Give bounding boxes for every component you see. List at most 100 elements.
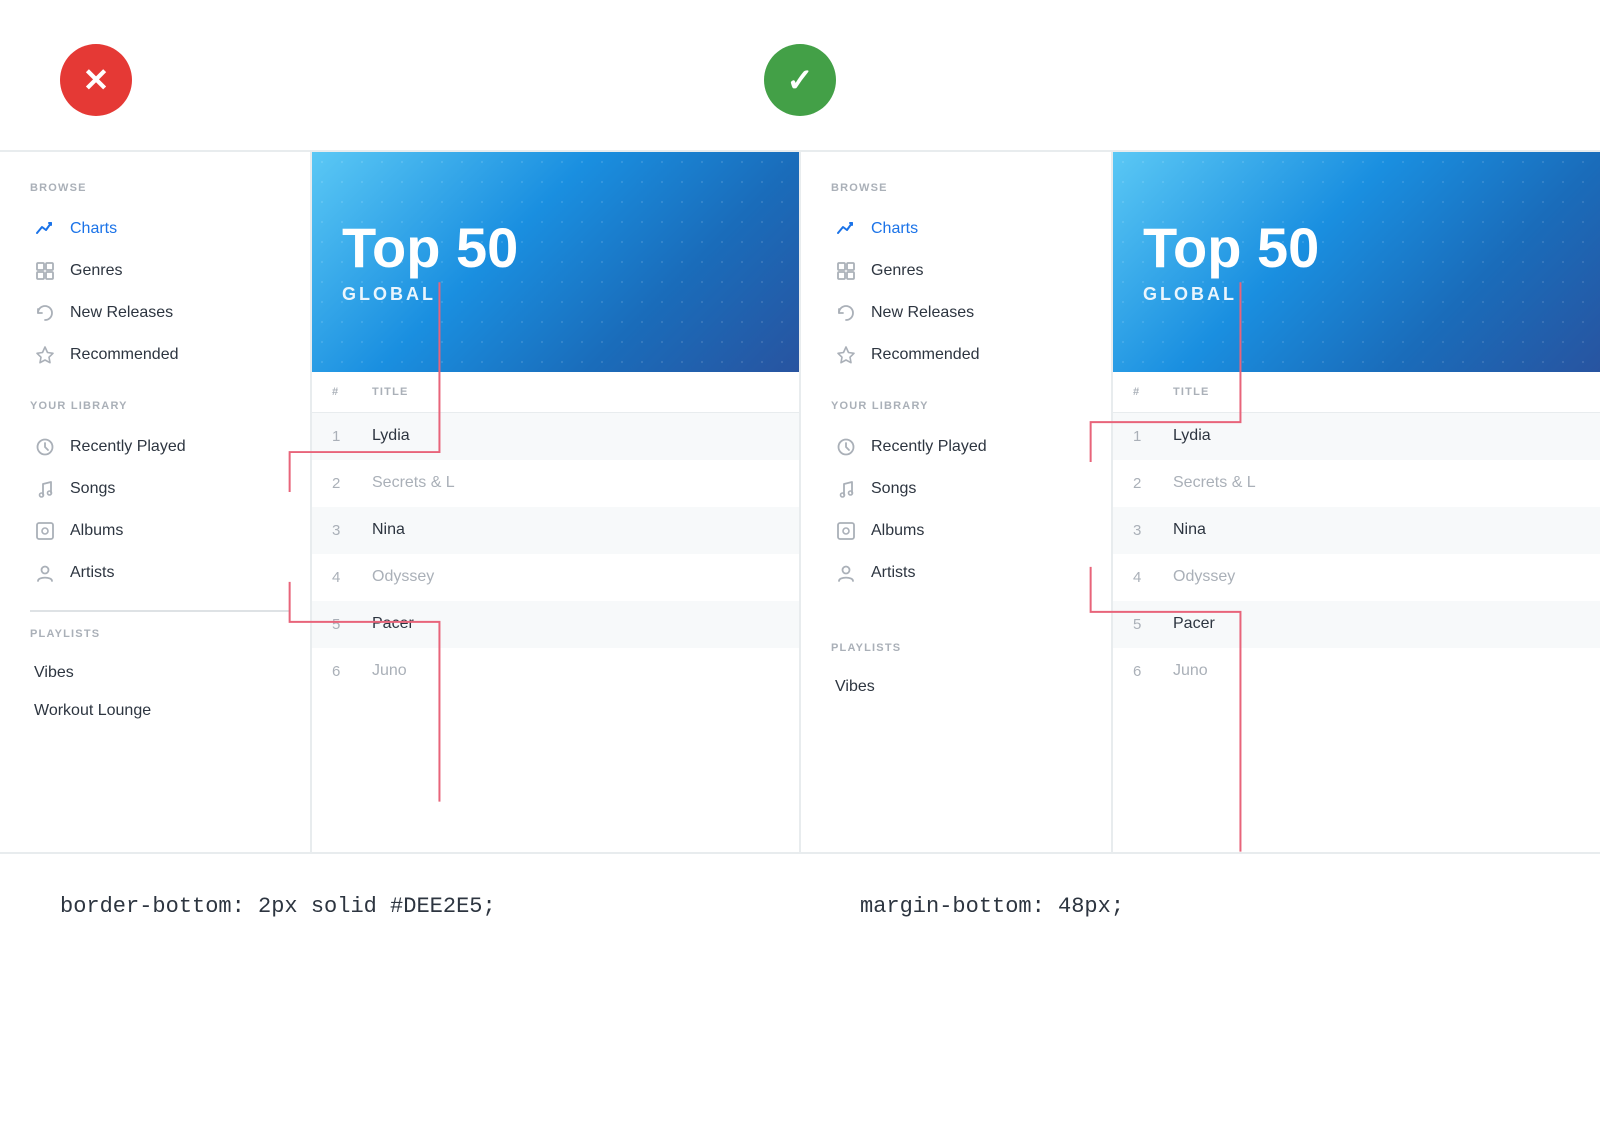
right-genres-label: Genres [871, 262, 923, 280]
left-recommended-label: Recommended [70, 346, 179, 364]
right-header-title: TITLE [1173, 386, 1580, 398]
right-recommended-icon [835, 344, 857, 366]
right-albums[interactable]: Albums [831, 510, 1091, 552]
left-playlist-vibes[interactable]: Vibes [30, 654, 290, 692]
right-recently-played-label: Recently Played [871, 438, 987, 456]
right-panel: BROWSE Charts [801, 152, 1600, 852]
left-artists-label: Artists [70, 564, 114, 582]
right-track-list: # TITLE 1 Lydia 2 Secrets & L 3 Nina 4 [1113, 372, 1600, 695]
right-nav-charts[interactable]: Charts [831, 208, 1091, 250]
right-library-label: YOUR LIBRARY [831, 400, 1091, 412]
left-track-list: # TITLE 1 Lydia 2 Secrets & L 3 Nina 4 [312, 372, 799, 695]
right-genres-icon [835, 260, 857, 282]
track-row[interactable]: 5 Pacer [1113, 601, 1600, 648]
genres-icon [34, 260, 56, 282]
left-hero-subtitle: GLOBAL [342, 284, 436, 305]
good-code-label: margin-bottom: 48px; [740, 894, 1540, 919]
right-new-releases-icon [835, 302, 857, 324]
track-row[interactable]: 1 Lydia [1113, 413, 1600, 460]
good-icon[interactable]: ✓ [764, 44, 836, 116]
left-songs-label: Songs [70, 480, 115, 498]
left-nav-charts[interactable]: Charts [30, 208, 290, 250]
left-new-releases-label: New Releases [70, 304, 173, 322]
left-recently-played[interactable]: Recently Played [30, 426, 290, 468]
track-row[interactable]: 1 Lydia [312, 413, 799, 460]
left-hero-title: Top 50 [342, 220, 518, 276]
track-row[interactable]: 5 Pacer [312, 601, 799, 648]
left-albums[interactable]: Albums [30, 510, 290, 552]
left-library-label: YOUR LIBRARY [30, 400, 290, 412]
right-new-releases-label: New Releases [871, 304, 974, 322]
right-songs[interactable]: Songs [831, 468, 1091, 510]
track-row[interactable]: 4 Odyssey [1113, 554, 1600, 601]
right-header-num: # [1133, 386, 1173, 398]
right-playlists-label: PLAYLISTS [831, 642, 1091, 654]
right-charts-label: Charts [871, 220, 918, 238]
left-browse-label: BROWSE [30, 182, 290, 194]
track-row[interactable]: 2 Secrets & L [1113, 460, 1600, 507]
left-sidebar: BROWSE Charts [0, 152, 310, 852]
right-nav-recommended[interactable]: Recommended [831, 334, 1091, 376]
right-artists-label: Artists [871, 564, 915, 582]
good-icon-wrapper: ✓ [764, 44, 836, 116]
right-recently-played[interactable]: Recently Played [831, 426, 1091, 468]
left-genres-label: Genres [70, 262, 122, 280]
right-sidebar: BROWSE Charts [801, 152, 1111, 852]
recommended-icon [34, 344, 56, 366]
left-header-num: # [332, 386, 372, 398]
bad-icon[interactable]: ✕ [60, 44, 132, 116]
left-playlists-label: PLAYLISTS [30, 628, 290, 640]
left-main-content: Top 50 GLOBAL # TITLE 1 Lydia 2 Secrets … [312, 152, 799, 852]
left-songs[interactable]: Songs [30, 468, 290, 510]
right-recommended-label: Recommended [871, 346, 980, 364]
track-row[interactable]: 6 Juno [1113, 648, 1600, 695]
right-library-section: YOUR LIBRARY Recently Played [831, 400, 1091, 594]
right-nav-new-releases[interactable]: New Releases [831, 292, 1091, 334]
left-track-header: # TITLE [312, 372, 799, 413]
songs-icon [34, 478, 56, 500]
right-artists-icon [835, 562, 857, 584]
right-songs-icon [835, 478, 857, 500]
right-albums-label: Albums [871, 522, 924, 540]
left-header-title: TITLE [372, 386, 779, 398]
track-row[interactable]: 6 Juno [312, 648, 799, 695]
right-hero-title: Top 50 [1143, 220, 1319, 276]
right-nav-genres[interactable]: Genres [831, 250, 1091, 292]
bad-code-label: border-bottom: 2px solid #DEE2E5; [60, 894, 740, 919]
top-icons-row: ✕ ✓ [0, 0, 1600, 150]
right-hero: Top 50 GLOBAL [1113, 152, 1600, 372]
left-charts-label: Charts [70, 220, 117, 238]
comparison-area: BROWSE Charts [0, 152, 1600, 852]
charts-icon [34, 218, 56, 240]
track-row[interactable]: 3 Nina [1113, 507, 1600, 554]
left-browse-section: BROWSE Charts [30, 182, 290, 376]
left-nav-new-releases[interactable]: New Releases [30, 292, 290, 334]
left-albums-label: Albums [70, 522, 123, 540]
left-panel: BROWSE Charts [0, 152, 801, 852]
left-nav-genres[interactable]: Genres [30, 250, 290, 292]
albums-icon [34, 520, 56, 542]
left-hero: Top 50 GLOBAL [312, 152, 799, 372]
right-songs-label: Songs [871, 480, 916, 498]
code-labels: border-bottom: 2px solid #DEE2E5; margin… [0, 854, 1600, 959]
right-hero-subtitle: GLOBAL [1143, 284, 1237, 305]
artists-icon [34, 562, 56, 584]
new-releases-icon [34, 302, 56, 324]
left-playlists-section: PLAYLISTS Vibes Workout Lounge [30, 628, 290, 730]
left-playlist-workout[interactable]: Workout Lounge [30, 692, 290, 730]
right-browse-label: BROWSE [831, 182, 1091, 194]
right-track-header: # TITLE [1113, 372, 1600, 413]
right-charts-icon [835, 218, 857, 240]
right-playlists-section: PLAYLISTS Vibes [831, 642, 1091, 706]
left-artists[interactable]: Artists [30, 552, 290, 594]
right-browse-section: BROWSE Charts [831, 182, 1091, 376]
right-albums-icon [835, 520, 857, 542]
track-row[interactable]: 4 Odyssey [312, 554, 799, 601]
left-library-section: YOUR LIBRARY Recently Played [30, 400, 290, 612]
right-playlist-vibes[interactable]: Vibes [831, 668, 1091, 706]
right-recently-played-icon [835, 436, 857, 458]
track-row[interactable]: 2 Secrets & L [312, 460, 799, 507]
right-artists[interactable]: Artists [831, 552, 1091, 594]
track-row[interactable]: 3 Nina [312, 507, 799, 554]
left-nav-recommended[interactable]: Recommended [30, 334, 290, 376]
